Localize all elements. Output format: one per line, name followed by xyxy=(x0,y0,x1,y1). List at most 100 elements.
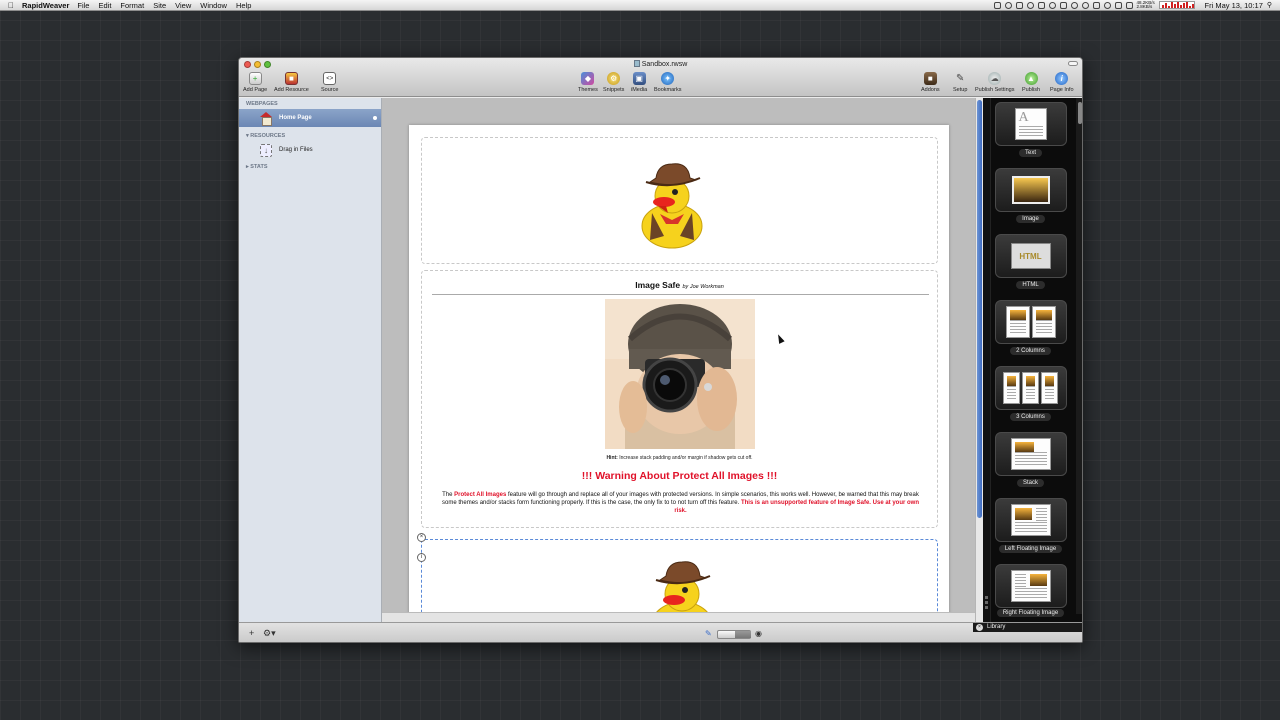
sidebar: WEBPAGES Home Page ▾ RESOURCES ↓ Drag in… xyxy=(239,98,382,622)
library-resize-grip[interactable] xyxy=(983,98,991,622)
battery-icon[interactable] xyxy=(1125,1,1133,9)
preview-eye-icon[interactable]: ◉ xyxy=(755,629,762,638)
publish-settings-label: Publish Settings xyxy=(975,87,1015,93)
library-item-label: Stack xyxy=(1016,479,1044,487)
sidebar-item-drag-in-files[interactable]: ↓ Drag in Files xyxy=(239,141,381,159)
camera-icon[interactable] xyxy=(993,1,1001,9)
editor-horizontal-scrollbar[interactable] xyxy=(382,612,975,622)
library-item-2-columns[interactable]: 2 Columns xyxy=(994,300,1067,362)
bolt-icon[interactable] xyxy=(1092,1,1100,9)
delete-stack-icon[interactable]: × xyxy=(417,533,426,542)
close-library-icon[interactable]: × xyxy=(976,624,983,631)
image-stack[interactable] xyxy=(421,137,938,264)
resources-header-text: RESOURCES xyxy=(250,133,286,139)
net-down: 2.8KB/s xyxy=(1136,4,1153,9)
menu-app-name[interactable]: RapidWeaver xyxy=(22,1,69,10)
library-item-label: 2 Columns xyxy=(1010,347,1051,355)
sidebar-header-stats[interactable]: ▸ STATS xyxy=(239,162,381,172)
sync-icon[interactable] xyxy=(1004,1,1012,9)
cowboy-duck-image[interactable] xyxy=(632,158,712,250)
action-gear-icon[interactable]: ⚙▾ xyxy=(263,628,276,639)
imedia-button[interactable]: ▣ iMedia xyxy=(631,72,647,93)
selected-image-stack[interactable] xyxy=(421,539,938,622)
rapidweaver-window: Sandbox.rwsw + Add Page ■ Add Resource <… xyxy=(238,57,1083,643)
edit-mode-pencil-icon[interactable]: ✎ xyxy=(705,629,712,638)
sidebar-header-webpages: WEBPAGES xyxy=(246,101,278,107)
menu-file[interactable]: File xyxy=(77,1,89,10)
library-scroll-thumb[interactable] xyxy=(1078,102,1082,124)
library-item-stack[interactable]: Stack xyxy=(994,432,1067,494)
library-item-3-columns[interactable]: 3 Columns xyxy=(994,366,1067,428)
clock-icon[interactable] xyxy=(1081,1,1089,9)
add-page-button[interactable]: + Add Page xyxy=(243,72,267,93)
user-icon[interactable] xyxy=(1048,1,1056,9)
image-safe-stack[interactable]: Image Safe by Joe Workman Hint: Increase… xyxy=(421,270,938,528)
page-canvas[interactable]: Image Safe by Joe Workman Hint: Increase… xyxy=(409,125,949,622)
stack-info-icon[interactable]: i xyxy=(417,553,426,562)
themes-button[interactable]: ◆ Themes xyxy=(578,72,598,93)
menu-window[interactable]: Window xyxy=(200,1,227,10)
apple-menu-icon[interactable]:  xyxy=(0,1,22,10)
warning-heading: !!! Warning About Protect All Images !!! xyxy=(581,470,778,482)
publish-settings-button[interactable]: ☁ Publish Settings xyxy=(975,72,1014,93)
cpu-graph[interactable] xyxy=(1158,1,1195,9)
library-item-label: 3 Columns xyxy=(1010,413,1051,421)
library-item-label: Text xyxy=(1018,149,1042,157)
add-page-small-button[interactable]: + xyxy=(249,628,254,638)
html-stack-icon: HTML xyxy=(994,234,1067,278)
toolbar-toggle-button[interactable] xyxy=(1068,61,1078,66)
photographer-image[interactable] xyxy=(605,299,755,449)
setup-button[interactable]: ✎ Setup xyxy=(953,72,967,93)
snippets-button[interactable]: ⚙ Snippets xyxy=(603,72,624,93)
library-item-right-floating-image[interactable]: Right Floating Image xyxy=(994,564,1067,626)
sidebar-header-resources[interactable]: ▾ RESOURCES xyxy=(239,131,381,141)
menu-clock[interactable]: Fri May 13, 10:17 xyxy=(1205,1,1263,10)
title-divider xyxy=(432,294,929,295)
headphones-icon[interactable] xyxy=(1070,1,1078,9)
home-page-icon xyxy=(259,111,273,126)
clipboard-icon[interactable] xyxy=(1015,1,1023,9)
menu-view[interactable]: View xyxy=(175,1,191,10)
right-floating-image-icon xyxy=(994,564,1067,608)
bookmarks-button[interactable]: ✦ Bookmarks xyxy=(654,72,682,93)
time-machine-icon[interactable] xyxy=(1026,1,1034,9)
stats-header-text: STATS xyxy=(250,164,268,170)
library-item-image[interactable]: Image xyxy=(994,168,1067,230)
window-icon[interactable] xyxy=(1037,1,1045,9)
publish-button[interactable]: ▲ Publish xyxy=(1022,72,1040,93)
spotlight-icon[interactable]: ⚲ xyxy=(1267,1,1272,9)
library-item-left-floating-image[interactable]: Left Floating Image xyxy=(994,498,1067,560)
image-safe-title-text: Image Safe xyxy=(635,280,681,290)
text-stack-icon: A xyxy=(994,102,1067,146)
page-editor[interactable]: Image Safe by Joe Workman Hint: Increase… xyxy=(382,98,983,622)
page-info-button[interactable]: i Page Info xyxy=(1050,72,1074,93)
document-icon xyxy=(633,60,640,67)
menu-format[interactable]: Format xyxy=(120,1,144,10)
image-stack-icon xyxy=(994,168,1067,212)
sidebar-item-home-page[interactable]: Home Page xyxy=(239,109,381,127)
protect-all-images-link[interactable]: Protect All Images xyxy=(454,492,506,498)
menu-help[interactable]: Help xyxy=(236,1,251,10)
wifi-icon[interactable] xyxy=(1103,1,1111,9)
menu-site[interactable]: Site xyxy=(153,1,166,10)
source-button[interactable]: <> Source xyxy=(321,72,338,93)
library-item-label: Right Floating Image xyxy=(996,609,1065,617)
add-resource-button[interactable]: ■ Add Resource xyxy=(274,72,309,93)
add-page-label: Add Page xyxy=(243,87,268,93)
menu-edit[interactable]: Edit xyxy=(98,1,111,10)
volume-icon[interactable] xyxy=(1114,1,1122,9)
addons-button[interactable]: ■ Addons xyxy=(921,72,940,93)
network-stats: 48.2KB/s 2.8KB/s xyxy=(1136,0,1155,10)
editor-vertical-scrollbar[interactable] xyxy=(975,98,983,622)
library-item-html[interactable]: HTML HTML xyxy=(994,234,1067,296)
library-scrollbar[interactable] xyxy=(1076,98,1082,614)
published-status-dot xyxy=(373,116,377,120)
stacks-library: A Text Image HTML HTML 2 Columns 3 Colum… xyxy=(983,98,1082,622)
flag-icon[interactable] xyxy=(1059,1,1067,9)
bookmarks-label: Bookmarks xyxy=(654,87,682,93)
edit-preview-toggle[interactable] xyxy=(717,630,751,639)
imedia-label: iMedia xyxy=(631,87,648,93)
editor-scroll-thumb[interactable] xyxy=(977,100,982,518)
library-footer-label: Library xyxy=(987,624,1006,630)
library-item-text[interactable]: A Text xyxy=(994,102,1067,164)
